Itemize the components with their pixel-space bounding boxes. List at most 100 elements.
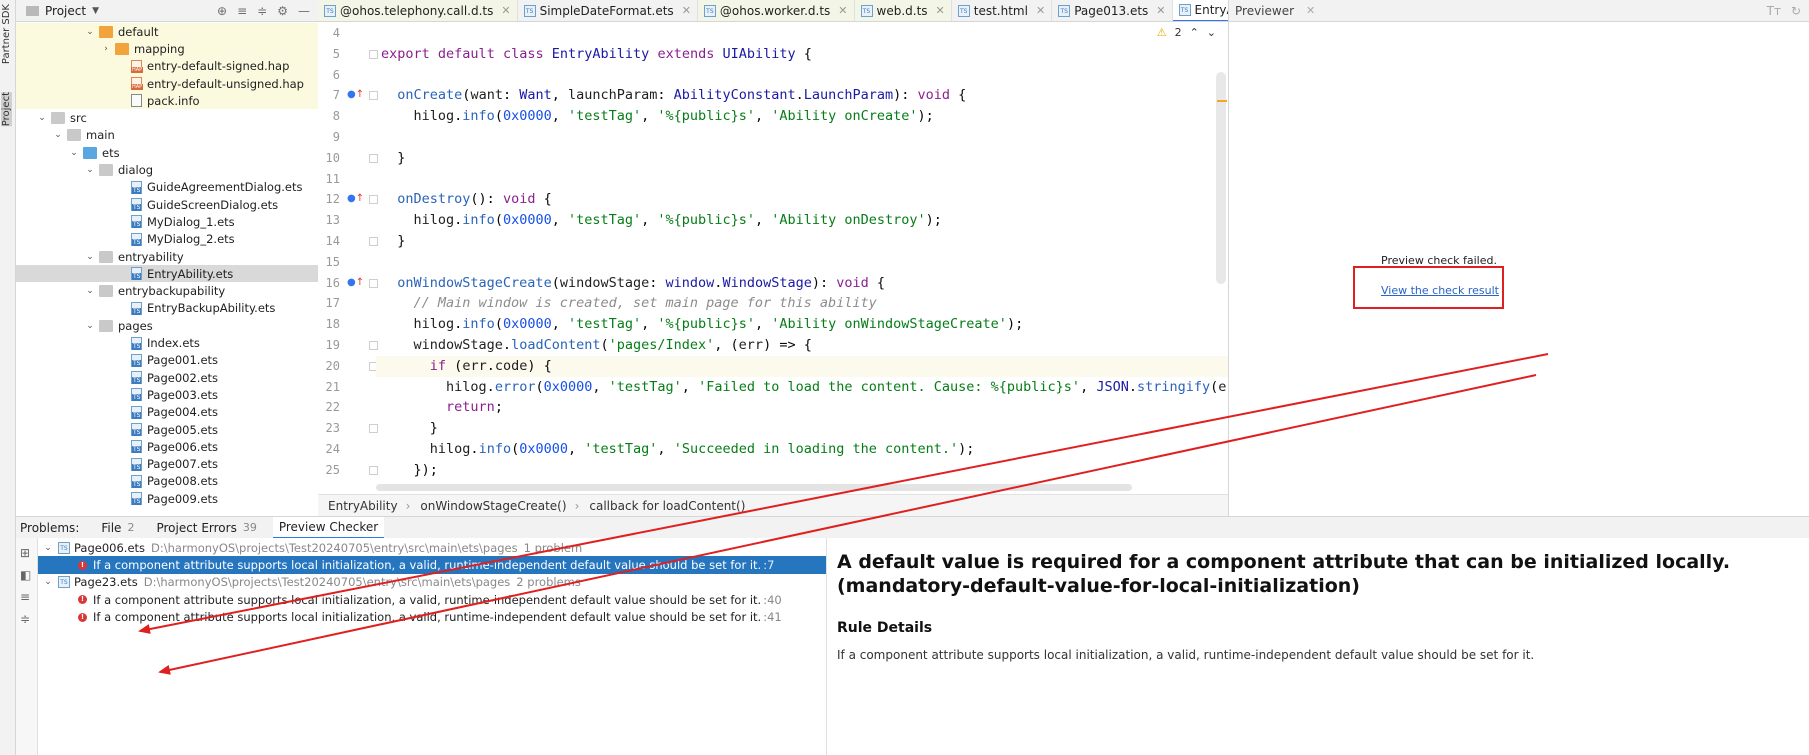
minimize-icon[interactable]: — (298, 4, 310, 18)
override-method-icon[interactable]: ●↑ (347, 89, 364, 100)
editor-tab[interactable]: TSEntryAbility.ets✕ (1172, 0, 1228, 21)
fold-marker-icon[interactable] (369, 278, 378, 288)
code-line[interactable]: export default class EntryAbility extend… (381, 44, 812, 65)
tree-item[interactable]: Page002.ets (16, 369, 318, 386)
tree-item[interactable]: pack.info (16, 92, 318, 110)
editor-tab[interactable]: TS test.html ✕ (952, 0, 1053, 21)
close-icon[interactable]: ✕ (838, 4, 847, 17)
tree-item[interactable]: MyDialog_2.ets (16, 231, 318, 248)
tree-item[interactable]: EntryBackupAbility.ets (16, 300, 318, 317)
code-line[interactable]: hilog.info(0x0000, 'testTag', '%{public}… (381, 106, 934, 127)
chevron-down-icon[interactable]: ⌄ (42, 577, 54, 587)
override-method-icon[interactable]: ●↑ (347, 277, 364, 288)
code-line[interactable]: } (381, 418, 438, 439)
chevron-down-icon[interactable]: ⌄ (36, 113, 48, 123)
tab-preview-checker[interactable]: Preview Checker (272, 516, 385, 539)
tree-item[interactable]: ⌄ pages (16, 317, 318, 334)
chevron-down-icon[interactable]: ⌄ (68, 148, 80, 158)
expand-all-icon[interactable]: ≡ (237, 4, 247, 18)
code-line[interactable]: }); (381, 460, 438, 481)
editor-horizontal-scrollbar[interactable] (376, 484, 1132, 491)
view-check-result-link[interactable]: View the check result (1381, 284, 1499, 297)
tree-item[interactable]: ⌄ src (16, 110, 318, 127)
breadcrumb-item-class[interactable]: EntryAbility (328, 499, 398, 513)
close-icon[interactable]: ✕ (501, 4, 510, 17)
refresh-icon[interactable]: ↻ (1791, 4, 1801, 18)
group-icon[interactable]: ⊞ (20, 546, 30, 560)
editor-vertical-scrollbar[interactable] (1216, 72, 1226, 284)
code-line[interactable]: windowStage.loadContent('pages/Index', (… (381, 335, 812, 356)
tree-item[interactable]: ⌄ dialog (16, 161, 318, 178)
code-line[interactable]: hilog.info(0x0000, 'testTag', '%{public}… (381, 314, 1024, 335)
code-line[interactable]: return; (381, 397, 503, 418)
tree-item[interactable]: › mapping (16, 40, 318, 58)
close-icon[interactable]: ✕ (1036, 4, 1045, 17)
problem-issue-row[interactable]: ! If a component attribute supports local… (38, 556, 826, 574)
editor-tab[interactable]: TS Page013.ets ✕ (1052, 0, 1173, 21)
chevron-down-icon[interactable]: ⌄ (1207, 26, 1216, 39)
tree-item[interactable]: Page001.ets (16, 352, 318, 369)
editor-tab[interactable]: TS web.d.ts ✕ (854, 0, 952, 21)
preview-icon[interactable]: ◧ (20, 568, 31, 582)
chevron-down-icon[interactable]: ⌄ (42, 543, 54, 553)
code-line[interactable]: hilog.info(0x0000, 'testTag', '%{public}… (381, 210, 942, 231)
tree-item[interactable]: MyDialog_1.ets (16, 213, 318, 230)
tree-item[interactable]: EntryAbility.ets (16, 265, 318, 283)
code-line[interactable]: // Main window is created, set main page… (381, 293, 877, 314)
tree-item[interactable]: Page006.ets (16, 438, 318, 455)
problem-file-row[interactable]: ⌄ TS Page23.ets D:\harmonyOS\projects\Test2… (38, 574, 826, 591)
editor-tab[interactable]: TS @ohos.worker.d.ts ✕ (697, 0, 855, 21)
problem-issue-row[interactable]: ! If a component attribute supports local… (38, 609, 826, 626)
code-line[interactable]: onDestroy(): void { (381, 189, 551, 210)
fold-marker-icon[interactable] (369, 153, 378, 163)
close-icon[interactable]: ✕ (682, 4, 691, 17)
tree-item[interactable]: ⌄ entryability (16, 248, 318, 265)
tree-item[interactable]: ⌄ entrybackupability (16, 283, 318, 300)
font-size-icon[interactable]: Tт (1767, 4, 1781, 18)
chevron-down-icon[interactable]: ⌄ (52, 130, 64, 140)
fold-marker-icon[interactable] (369, 341, 378, 350)
fold-marker-icon[interactable] (369, 91, 378, 101)
expand-all-icon[interactable]: ≡ (20, 590, 30, 604)
partner-sdk-tab[interactable]: Partner SDK (1, 4, 12, 64)
collapse-all-icon[interactable]: ≑ (20, 612, 30, 626)
fold-marker-icon[interactable] (369, 49, 378, 59)
tree-item[interactable]: GuideAgreementDialog.ets (16, 179, 318, 196)
fold-marker-icon[interactable] (369, 465, 378, 475)
chevron-down-icon[interactable]: ⌄ (84, 165, 96, 175)
tree-item[interactable]: Page004.ets (16, 404, 318, 421)
project-view-selector[interactable]: Project ▼ (26, 4, 99, 18)
chevron-up-icon[interactable]: ⌃ (1190, 26, 1199, 39)
tree-item[interactable]: Page009.ets (16, 490, 318, 507)
override-method-icon[interactable]: ●↑ (347, 193, 364, 204)
tree-item[interactable]: ⌄ ets (16, 144, 318, 161)
inspection-widget[interactable]: ⚠ 2 ⌃ ⌄ (1157, 26, 1216, 39)
editor-tab[interactable]: TS SimpleDateFormat.ets ✕ (518, 0, 698, 21)
problem-issue-row[interactable]: ! If a component attribute supports local… (38, 591, 826, 608)
chevron-down-icon[interactable]: ⌄ (84, 27, 96, 37)
tree-item[interactable]: entry-default-unsigned.hap (16, 74, 318, 93)
code-line[interactable]: if (err.code) { (376, 355, 1228, 377)
tree-item[interactable]: ⌄ main (16, 127, 318, 144)
tab-file[interactable]: File 2 (101, 521, 134, 535)
problem-file-row[interactable]: ⌄ TS Page006.ets D:\harmonyOS\projects\Test… (38, 539, 826, 556)
code-line[interactable]: } (381, 148, 405, 169)
chevron-down-icon[interactable]: ⌄ (84, 286, 96, 296)
chevron-down-icon[interactable]: ⌄ (84, 321, 96, 331)
tree-item[interactable]: Page008.ets (16, 473, 318, 490)
code-line[interactable]: hilog.info(0x0000, 'testTag', 'Succeeded… (381, 439, 975, 460)
tree-item[interactable]: ⌄ default (16, 23, 318, 41)
chevron-right-icon[interactable]: › (100, 44, 112, 54)
collapse-all-icon[interactable]: ≑ (257, 4, 267, 18)
code-line[interactable]: onCreate(want: Want, launchParam: Abilit… (381, 85, 966, 106)
warning-stripe-marker[interactable] (1217, 100, 1227, 102)
chevron-down-icon[interactable]: ⌄ (84, 252, 96, 262)
fold-marker-icon[interactable] (369, 195, 378, 205)
tree-item[interactable]: Page005.ets (16, 421, 318, 438)
gear-icon[interactable]: ⚙ (277, 4, 288, 18)
fold-marker-icon[interactable] (369, 237, 378, 246)
fold-marker-icon[interactable] (369, 424, 378, 434)
tree-item[interactable]: entry-default-signed.hap (16, 57, 318, 75)
code-editor[interactable]: 4 5 6 7 ●↑ 8 9 10 11 12 ●↑ 13 14 15 16 ●↑ 17 18 19 20 21 22 23… (318, 22, 1228, 494)
tree-item[interactable]: Page003.ets (16, 386, 318, 403)
